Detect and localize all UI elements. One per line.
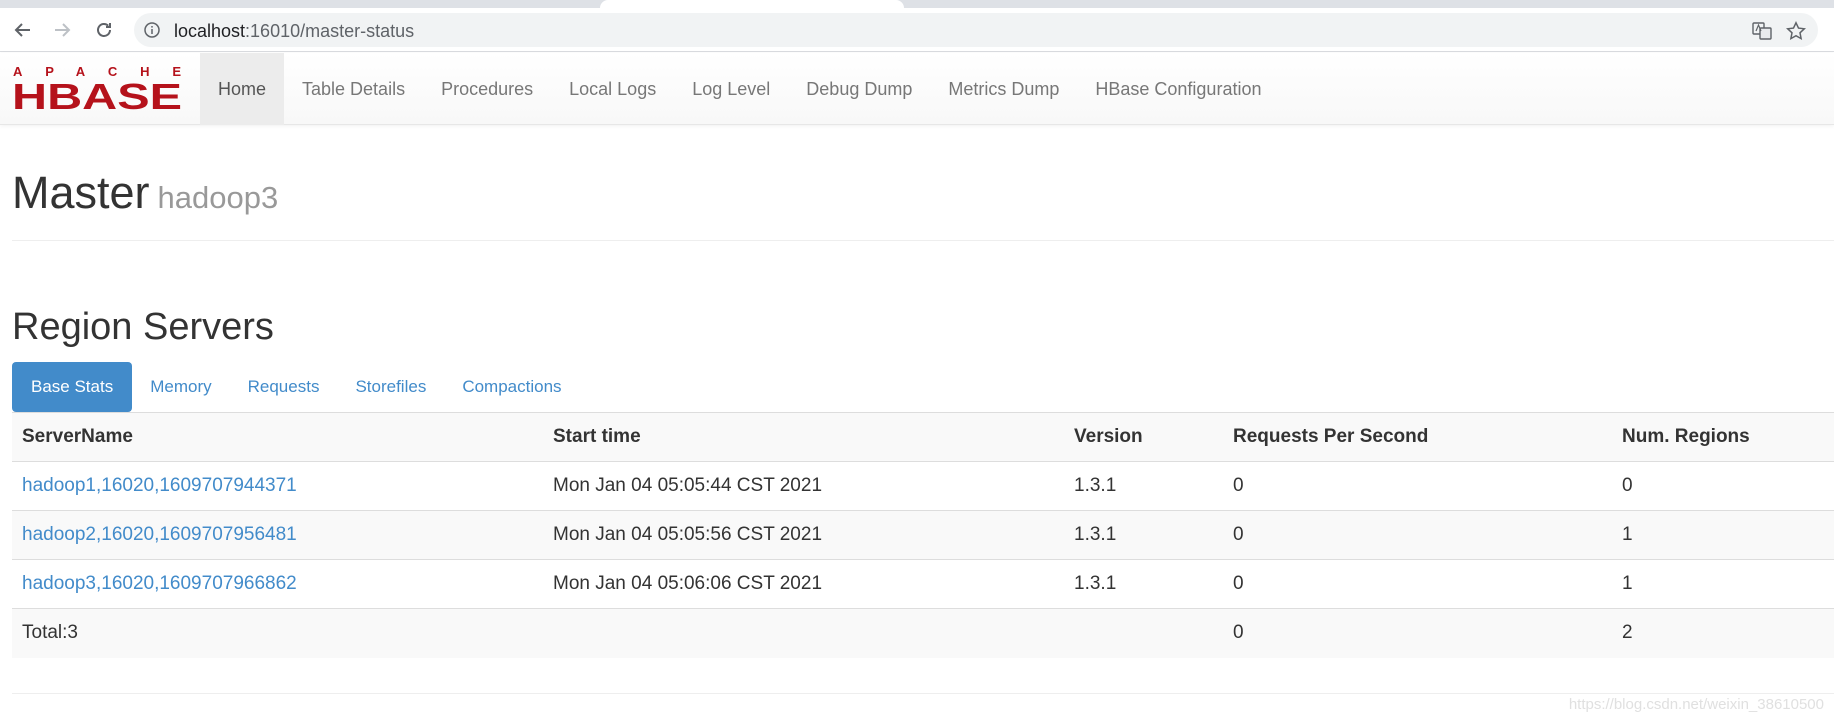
url-text[interactable]: localhost:16010/master-status	[174, 21, 414, 42]
table-row: hadoop2,16020,1609707956481 Mon Jan 04 0…	[12, 510, 1834, 560]
server-name-cell: hadoop3,16020,1609707966862	[12, 559, 543, 609]
page-title: Master hadoop3	[12, 167, 278, 219]
hbase-navbar: APACHE HBASE Home Table Details Procedur…	[0, 53, 1834, 125]
version-cell: 1.3.1	[1064, 510, 1223, 560]
column-header-requests-per-second[interactable]: Requests Per Second	[1223, 412, 1612, 462]
reload-button[interactable]	[90, 16, 118, 44]
arrow-left-icon	[14, 23, 30, 37]
section-divider	[12, 693, 1834, 694]
header-divider	[12, 240, 1834, 241]
translate-icon[interactable]	[1752, 21, 1772, 41]
nav-table-details[interactable]: Table Details	[284, 53, 423, 125]
browser-tab-strip	[0, 0, 1834, 8]
table-row: hadoop1,16020,1609707944371 Mon Jan 04 0…	[12, 461, 1834, 511]
arrow-right-icon	[55, 23, 71, 37]
tab-compactions[interactable]: Compactions	[444, 362, 579, 412]
page-title-text: Master	[12, 167, 150, 218]
version-cell: 1.3.1	[1064, 461, 1223, 511]
tab-requests[interactable]: Requests	[230, 362, 338, 412]
total-regions-cell: 2	[1612, 608, 1834, 658]
reload-icon	[97, 23, 111, 37]
browser-toolbar: localhost:16010/master-status	[0, 8, 1834, 52]
master-hostname: hadoop3	[157, 180, 279, 215]
nav-home[interactable]: Home	[200, 53, 285, 125]
requests-cell: 0	[1223, 510, 1612, 560]
nav-log-level[interactable]: Log Level	[674, 53, 788, 125]
server-link[interactable]: hadoop1,16020,1609707944371	[22, 475, 297, 496]
tab-storefiles[interactable]: Storefiles	[337, 362, 444, 412]
nav-menu: Home Table Details Procedures Local Logs…	[200, 53, 1279, 125]
empty-cell	[1064, 608, 1223, 658]
start-time-cell: Mon Jan 04 05:05:44 CST 2021	[543, 461, 1064, 511]
logo-hbase-text: HBASE	[12, 76, 182, 111]
total-requests-cell: 0	[1223, 608, 1612, 658]
requests-cell: 0	[1223, 461, 1612, 511]
nav-hbase-configuration[interactable]: HBase Configuration	[1077, 53, 1279, 125]
address-bar[interactable]: localhost:16010/master-status	[134, 13, 1818, 47]
column-header-start-time[interactable]: Start time	[543, 412, 1064, 462]
table-row: hadoop3,16020,1609707966862 Mon Jan 04 0…	[12, 559, 1834, 609]
server-link[interactable]: hadoop2,16020,1609707956481	[22, 524, 297, 545]
url-host: localhost	[174, 21, 246, 41]
start-time-cell: Mon Jan 04 05:05:56 CST 2021	[543, 510, 1064, 560]
info-icon[interactable]	[144, 22, 160, 38]
requests-cell: 0	[1223, 559, 1612, 609]
start-time-cell: Mon Jan 04 05:06:06 CST 2021	[543, 559, 1064, 609]
column-header-version[interactable]: Version	[1064, 412, 1223, 462]
version-cell: 1.3.1	[1064, 559, 1223, 609]
column-header-servername[interactable]: ServerName	[12, 412, 543, 462]
server-name-cell: hadoop2,16020,1609707956481	[12, 510, 543, 560]
tab-memory[interactable]: Memory	[132, 362, 229, 412]
hbase-logo[interactable]: APACHE HBASE	[12, 63, 184, 111]
back-button[interactable]	[9, 16, 37, 44]
nav-metrics-dump[interactable]: Metrics Dump	[930, 53, 1077, 125]
regions-cell: 1	[1612, 559, 1834, 609]
region-servers-heading: Region Servers	[12, 306, 274, 348]
url-path: :16010/master-status	[245, 21, 415, 41]
forward-button[interactable]	[48, 16, 76, 44]
tab-base-stats[interactable]: Base Stats	[12, 362, 133, 412]
regions-cell: 0	[1612, 461, 1834, 511]
nav-procedures[interactable]: Procedures	[423, 53, 551, 125]
nav-local-logs[interactable]: Local Logs	[551, 53, 674, 125]
server-link[interactable]: hadoop3,16020,1609707966862	[22, 573, 297, 594]
regions-cell: 1	[1612, 510, 1834, 560]
nav-debug-dump[interactable]: Debug Dump	[788, 53, 930, 125]
total-label-cell: Total:3	[12, 608, 543, 658]
empty-cell	[543, 608, 1064, 658]
browser-active-tab[interactable]	[600, 0, 904, 8]
column-header-num-regions[interactable]: Num. Regions	[1612, 412, 1834, 462]
watermark: https://blog.csdn.net/weixin_38610500	[1568, 696, 1824, 713]
region-servers-table: ServerName Start time Version Requests P…	[12, 412, 1834, 658]
region-server-tabs: Base Stats Memory Requests Storefiles Co…	[12, 362, 580, 412]
table-total-row: Total:3 0 2	[12, 608, 1834, 658]
server-name-cell: hadoop1,16020,1609707944371	[12, 461, 543, 511]
table-header-row: ServerName Start time Version Requests P…	[12, 412, 1834, 462]
star-icon[interactable]	[1786, 21, 1806, 41]
